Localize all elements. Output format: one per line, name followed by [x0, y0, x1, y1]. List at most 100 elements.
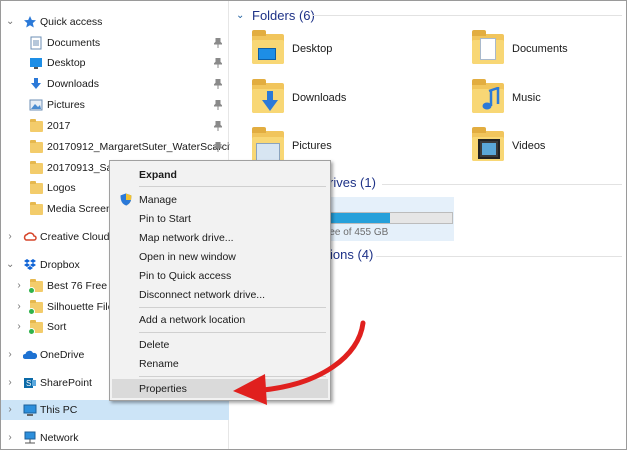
chevron-right-icon[interactable]: › [15, 280, 23, 292]
drives-group-title[interactable]: rives (1) [329, 175, 376, 190]
this-pc-icon [23, 404, 37, 416]
folder-tile-label: Music [512, 92, 541, 104]
documents-icon [30, 36, 42, 50]
group-divider [376, 256, 622, 257]
chevron-right-icon[interactable]: › [6, 231, 14, 243]
menu-item-label: Map network drive... [139, 231, 234, 244]
menu-separator [139, 307, 326, 308]
folder-tile-desktop[interactable]: Desktop [250, 28, 450, 72]
menu-item-expand[interactable]: Expand [112, 165, 328, 184]
folder-tile-videos[interactable]: Videos [470, 125, 626, 169]
chevron-right-icon[interactable]: › [6, 349, 14, 361]
menu-item-properties[interactable]: Properties [112, 379, 328, 398]
dropbox-icon [24, 259, 36, 270]
group-divider [312, 15, 622, 16]
nav-label: Best 76 Free A [47, 280, 117, 292]
nav-quick-access[interactable]: ⌄ Quick access [1, 12, 229, 32]
menu-item-disconnect-network-drive[interactable]: Disconnect network drive... [112, 285, 328, 304]
nav-network[interactable]: › Network [1, 428, 229, 448]
menu-item-map-network-drive[interactable]: Map network drive... [112, 228, 328, 247]
menu-item-open-in-new-window[interactable]: Open in new window [112, 247, 328, 266]
nav-label: Dropbox [40, 259, 80, 271]
nav-desktop[interactable]: Desktop [1, 53, 229, 73]
folder-tile-label: Documents [512, 43, 568, 55]
folders-group-header[interactable]: ⌄ Folders (6) [236, 6, 315, 24]
menu-separator [139, 376, 326, 377]
nav-label: OneDrive [40, 349, 85, 361]
folder-tile-label: Pictures [292, 140, 332, 152]
nav-label: Documents [47, 37, 101, 49]
chevron-down-icon[interactable]: ⌄ [236, 10, 246, 21]
chevron-right-icon[interactable]: › [15, 321, 23, 333]
network-locations-title[interactable]: ions (4) [330, 247, 373, 262]
drive-free-space: ree of 455 GB [326, 227, 389, 238]
nav-folder-2017[interactable]: 2017 [1, 116, 229, 136]
chevron-down-icon[interactable]: ⌄ [6, 259, 14, 271]
folder-icon [30, 140, 44, 156]
menu-item-label: Add a network location [139, 313, 246, 326]
nav-pictures[interactable]: Pictures [1, 95, 229, 115]
context-menu: Expand Manage Pin to Start Map network d… [109, 160, 331, 401]
folder-sync-icon [28, 279, 44, 295]
menu-item-label: Pin to Start [139, 212, 191, 225]
desktop-folder-icon [250, 28, 286, 72]
menu-separator [139, 186, 326, 187]
pin-icon [214, 100, 222, 110]
group-divider [382, 184, 622, 185]
nav-label: Media Screen [47, 203, 112, 215]
chevron-right-icon[interactable]: › [15, 301, 23, 313]
pictures-icon [29, 99, 43, 111]
nav-label: Quick access [40, 16, 103, 28]
menu-item-manage[interactable]: Manage [112, 190, 328, 209]
svg-text:S: S [26, 379, 31, 388]
downloads-folder-icon [250, 77, 286, 121]
nav-label: Silhouette File [47, 301, 114, 313]
nav-label: 2017 [47, 120, 71, 132]
desktop-icon [30, 58, 42, 69]
menu-item-label: Expand [139, 168, 177, 181]
downloads-icon [31, 78, 41, 89]
chevron-down-icon[interactable]: ⌄ [6, 16, 14, 28]
nav-label: Downloads [47, 78, 99, 90]
folder-sync-icon [28, 300, 44, 316]
nav-label: Creative Cloud [40, 231, 110, 243]
nav-label: Sort [47, 321, 67, 333]
menu-item-label: Manage [139, 193, 177, 206]
nav-folder-water-scarcity[interactable]: 20170912_MargaretSuter_WaterScarcity [1, 137, 237, 157]
nav-label: Logos [47, 182, 76, 194]
drive-usage-bar [326, 212, 453, 224]
nav-label: 20170912_MargaretSuter_WaterScarcity [47, 141, 238, 153]
chevron-right-icon[interactable]: › [6, 377, 14, 389]
nav-label: Desktop [47, 57, 86, 69]
nav-label: Network [40, 432, 79, 444]
menu-item-pin-to-start[interactable]: Pin to Start [112, 209, 328, 228]
menu-item-rename[interactable]: Rename [112, 354, 328, 373]
folder-tile-label: Desktop [292, 43, 333, 55]
chevron-right-icon[interactable]: › [6, 432, 14, 444]
nav-label: SharePoint [40, 377, 92, 389]
star-icon [24, 16, 36, 28]
folder-sync-icon [28, 320, 44, 336]
folder-tile-downloads[interactable]: Downloads [250, 77, 450, 121]
folder-tile-music[interactable]: Music [470, 77, 626, 121]
menu-item-label: Disconnect network drive... [139, 288, 266, 301]
menu-item-delete[interactable]: Delete [112, 335, 328, 354]
menu-item-pin-to-quick-access[interactable]: Pin to Quick access [112, 266, 328, 285]
nav-documents[interactable]: Documents [1, 33, 229, 53]
nav-this-pc[interactable]: › This PC [1, 400, 229, 420]
onedrive-icon [23, 350, 37, 359]
creative-cloud-icon [23, 231, 37, 243]
nav-downloads[interactable]: Downloads [1, 74, 229, 94]
folder-icon [30, 202, 44, 218]
menu-item-label: Rename [139, 357, 179, 370]
nav-label: This PC [40, 404, 78, 416]
folder-tile-documents[interactable]: Documents [470, 28, 626, 72]
file-explorer-window: ⌄ Quick access Documents Desktop Downloa… [0, 0, 627, 450]
folder-icon [30, 161, 44, 177]
menu-item-label: Open in new window [139, 250, 236, 263]
videos-folder-icon [470, 125, 506, 169]
menu-item-add-network-location[interactable]: Add a network location [112, 310, 328, 329]
menu-separator [139, 332, 326, 333]
chevron-right-icon[interactable]: › [6, 404, 14, 416]
pin-icon [214, 79, 222, 89]
